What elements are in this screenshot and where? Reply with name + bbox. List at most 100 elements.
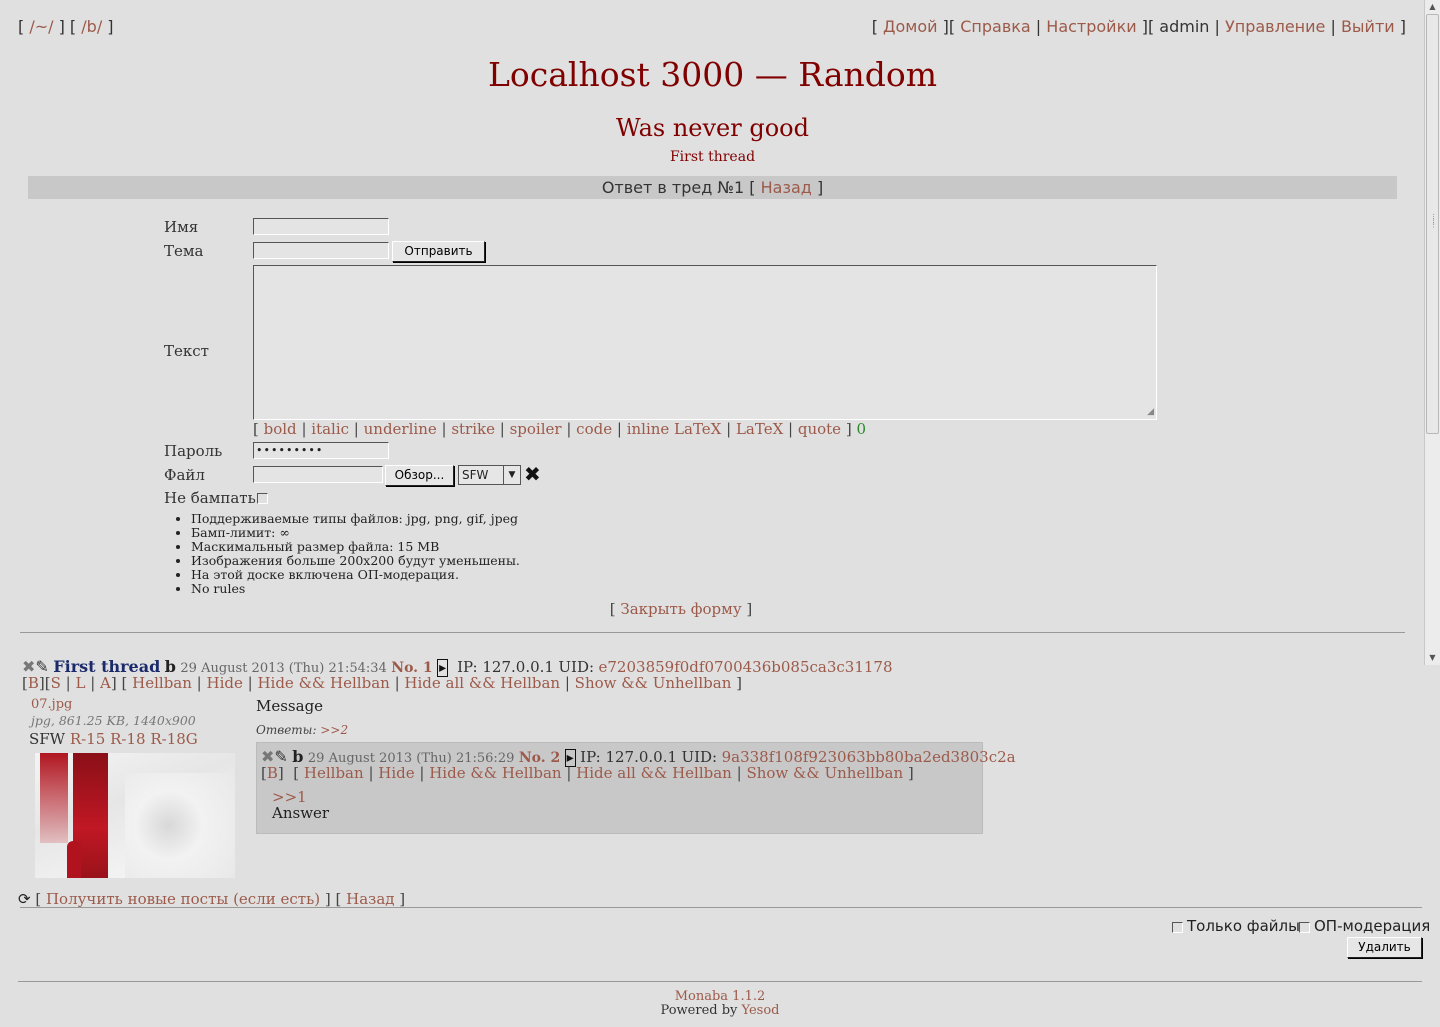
clear-file-icon[interactable]: ✖ — [524, 462, 541, 486]
file-rating: SFW — [29, 730, 66, 748]
footer: Monaba 1.1.2 Powered by Yesod — [0, 990, 1440, 1018]
delete-button[interactable]: Удалить — [1347, 937, 1422, 958]
rating-select-value: SFW — [462, 468, 489, 482]
file-name-link[interactable]: 07.jpg — [31, 697, 72, 712]
markup-italic[interactable]: italic — [311, 420, 349, 438]
rules-item: No rules — [191, 582, 520, 596]
hide-hellban-link[interactable]: Hide && Hellban — [257, 674, 389, 692]
nobump-checkbox[interactable] — [257, 493, 268, 504]
user-nav: [ Домой ][ Справка | Настройки ][ admin … — [871, 17, 1406, 36]
nav-manage[interactable]: Управление — [1225, 17, 1325, 36]
get-new-posts-line: ⟳ [ Получить новые посты (если есть) ] [… — [18, 890, 406, 908]
markup-latex[interactable]: LaTeX — [736, 420, 783, 438]
markup-underline[interactable]: underline — [364, 420, 437, 438]
file-input[interactable] — [253, 466, 383, 483]
submit-button[interactable]: Отправить — [392, 241, 485, 262]
engine-link[interactable]: Monaba 1.1.2 — [675, 989, 766, 1004]
markup-quote[interactable]: quote — [798, 420, 841, 438]
post-image-thumbnail[interactable] — [35, 753, 235, 878]
lock-link[interactable]: L — [75, 674, 85, 692]
subject-input[interactable] — [253, 242, 389, 259]
file-info: jpg, 861.25 KB, 1440x900 — [31, 713, 196, 728]
nav-username: admin — [1159, 17, 1210, 36]
text-label: Текст — [164, 342, 209, 360]
rules-item: Поддерживаемые типы файлов: jpg, png, gi… — [191, 512, 520, 526]
hide-link[interactable]: Hide — [378, 764, 414, 782]
sticky-link[interactable]: S — [51, 674, 61, 692]
message-textarea[interactable]: ◢ — [253, 265, 1157, 420]
reply-mode-label: Ответ в тред №1 — [601, 178, 745, 197]
nav-help[interactable]: Справка — [960, 17, 1031, 36]
markup-toolbar: [ bold | italic | underline | strike | s… — [253, 420, 866, 438]
op-moderation-label: ОП-модерация — [1314, 917, 1431, 935]
close-form-line: [ Закрыть форму ] — [609, 600, 753, 618]
ban-link[interactable]: B — [267, 764, 278, 782]
rating-select[interactable]: SFW ▼ — [458, 465, 521, 485]
scroll-up-arrow-icon[interactable]: ▲ — [1426, 0, 1439, 14]
scroll-down-arrow-icon[interactable]: ▼ — [1426, 651, 1439, 665]
op-moderation-checkbox[interactable] — [1299, 922, 1310, 933]
name-label: Имя — [164, 218, 199, 236]
thread-subject: Was never good — [616, 114, 809, 142]
board-title: Localhost 3000 — Random — [487, 55, 938, 94]
markup-strike[interactable]: strike — [451, 420, 495, 438]
char-counter: 0 — [856, 420, 866, 438]
refresh-icon[interactable]: ⟳ — [18, 890, 31, 908]
password-label: Пароль — [164, 442, 223, 460]
nav-home[interactable]: Домой — [883, 17, 938, 36]
nav-logout[interactable]: Выйти — [1341, 17, 1395, 36]
reply-post: ✖✎ b 29 August 2013 (Thu) 21:56:29 No. 2… — [256, 742, 1016, 834]
autosage-link[interactable]: A — [100, 674, 111, 692]
post-message: Answer — [272, 804, 330, 822]
grip-icon: ⋮ ⋮ ⋮ — [1430, 213, 1437, 229]
dropdown-arrow-icon: ▼ — [503, 466, 520, 484]
markup-code[interactable]: code — [576, 420, 612, 438]
framework-link[interactable]: Yesod — [742, 1003, 780, 1018]
nobump-label: Не бампать — [164, 489, 256, 507]
password-input[interactable]: ••••••••• — [253, 442, 389, 459]
rules-item: На этой доске включена ОП-модерация. — [191, 568, 520, 582]
subject-label: Тема — [164, 242, 204, 260]
nav-link-overboard[interactable]: /~/ — [29, 17, 53, 36]
hide-link[interactable]: Hide — [207, 674, 243, 692]
page-scrollbar[interactable]: ▲ ⋮ ⋮ ⋮ ▼ — [1424, 0, 1440, 665]
reply-post-actions: [B] [ Hellban | Hide | Hide && Hellban |… — [261, 764, 914, 782]
reply-link[interactable]: >>2 — [320, 723, 348, 737]
get-new-posts-link[interactable]: Получить новые посты (если есть) — [46, 890, 320, 908]
show-unhellban-link[interactable]: Show && Unhellban — [746, 764, 903, 782]
markup-bold[interactable]: bold — [264, 420, 297, 438]
back-link[interactable]: Назад — [346, 890, 394, 908]
browse-button[interactable]: Обзор... — [385, 465, 454, 486]
nav-settings[interactable]: Настройки — [1046, 17, 1136, 36]
rating-link[interactable]: R-18 — [110, 730, 145, 748]
divider — [20, 632, 1405, 633]
reply-mode-bar: Ответ в тред №1 [ Назад ] — [28, 176, 1397, 199]
ban-link[interactable]: B — [28, 674, 39, 692]
resize-grip-icon[interactable]: ◢ — [1147, 408, 1154, 417]
rules-item: Бамп-лимит: ∞ — [191, 526, 520, 540]
hellban-link[interactable]: Hellban — [132, 674, 192, 692]
hide-hellban-link[interactable]: Hide && Hellban — [429, 764, 561, 782]
rules-item: Маскимальный размер файла: 15 MB — [191, 540, 520, 554]
show-unhellban-link[interactable]: Show && Unhellban — [575, 674, 732, 692]
op-post-actions: [B][S | L | A] [ Hellban | Hide | Hide &… — [22, 674, 742, 692]
hellban-link[interactable]: Hellban — [304, 764, 364, 782]
rating-link[interactable]: R-15 — [70, 730, 105, 748]
hide-all-hellban-link[interactable]: Hide all && Hellban — [404, 674, 560, 692]
markup-inline-latex[interactable]: inline LaTeX — [627, 420, 722, 438]
replies-label: Ответы: — [256, 723, 317, 737]
name-input[interactable] — [253, 218, 389, 235]
file-rating-line: SFW R-15 R-18 R-18G — [29, 730, 198, 748]
nav-link-board-b[interactable]: /b/ — [81, 17, 102, 36]
markup-spoiler[interactable]: spoiler — [510, 420, 562, 438]
only-files-checkbox[interactable] — [1172, 922, 1183, 933]
post-message: Message — [256, 697, 324, 715]
rating-link[interactable]: R-18G — [150, 730, 197, 748]
rules-item: Изображения больше 200x200 будут уменьше… — [191, 554, 520, 568]
back-link[interactable]: Назад — [761, 178, 812, 197]
rules-list: Поддерживаемые типы файлов: jpg, png, gi… — [164, 512, 520, 596]
scroll-thumb[interactable]: ⋮ ⋮ ⋮ — [1426, 14, 1439, 434]
file-label: Файл — [164, 466, 205, 484]
close-form-link[interactable]: Закрыть форму — [620, 600, 741, 618]
hide-all-hellban-link[interactable]: Hide all && Hellban — [576, 764, 732, 782]
